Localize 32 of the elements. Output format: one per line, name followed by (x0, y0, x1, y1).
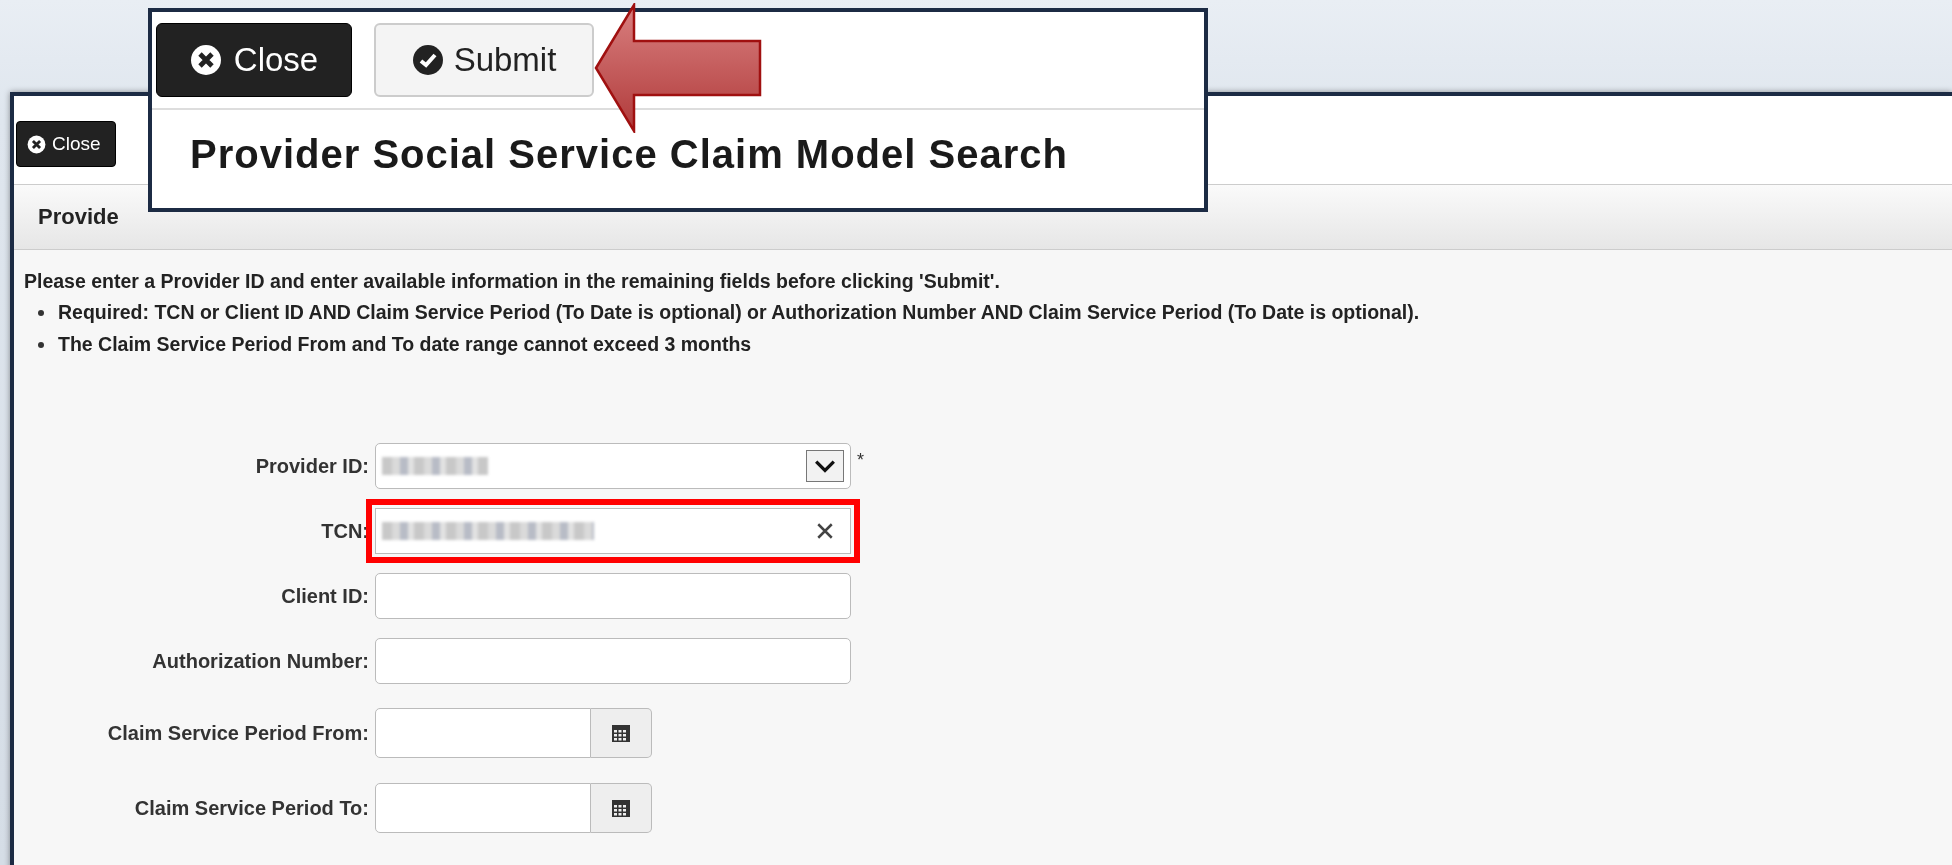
input-field[interactable] (375, 638, 851, 684)
date-field[interactable] (375, 708, 591, 758)
close-button[interactable]: Close (16, 121, 116, 167)
calendar-icon (611, 798, 631, 818)
calendar-icon (611, 723, 631, 743)
field-label: Authorization Number: (151, 649, 369, 673)
dropdown-button[interactable] (806, 450, 844, 482)
field-label: Client ID: (280, 584, 369, 608)
dropdown-field[interactable] (375, 443, 851, 489)
field-label: Claim Service Period From: (106, 721, 369, 745)
field-label: Provider ID: (254, 454, 369, 478)
required-mark: * (857, 450, 864, 471)
close-icon (27, 134, 46, 154)
calendar-button[interactable] (591, 783, 652, 833)
instruction-bullet: Required: TCN or Client ID AND Claim Service Period (To Date is optional) or Authorization Number AND Claim Service Period (To Date is optional). (58, 301, 1420, 324)
instruction-text: Please enter a Provider ID and enter available information in the remaining fields before clicking 'Submit'. (24, 270, 1001, 293)
close-button[interactable]: Close (156, 23, 352, 97)
clear-icon[interactable] (816, 522, 834, 540)
chevron-down-icon (814, 459, 836, 473)
input-field[interactable] (375, 573, 851, 619)
close-icon (189, 44, 222, 76)
submit-button[interactable]: Submit (374, 23, 594, 97)
bullet-icon (38, 341, 44, 348)
page-title: Provider Social Service Claim Model Search (189, 131, 1069, 177)
field-label: TCN: (320, 519, 369, 543)
calendar-button[interactable] (591, 708, 652, 758)
bullet-icon (38, 309, 44, 316)
check-icon (411, 44, 444, 76)
instruction-bullet: The Claim Service Period From and To date range cannot exceed 3 months (58, 333, 752, 356)
page-title: Provide (38, 204, 119, 230)
field-label: Claim Service Period To: (133, 796, 369, 820)
date-field[interactable] (375, 783, 591, 833)
